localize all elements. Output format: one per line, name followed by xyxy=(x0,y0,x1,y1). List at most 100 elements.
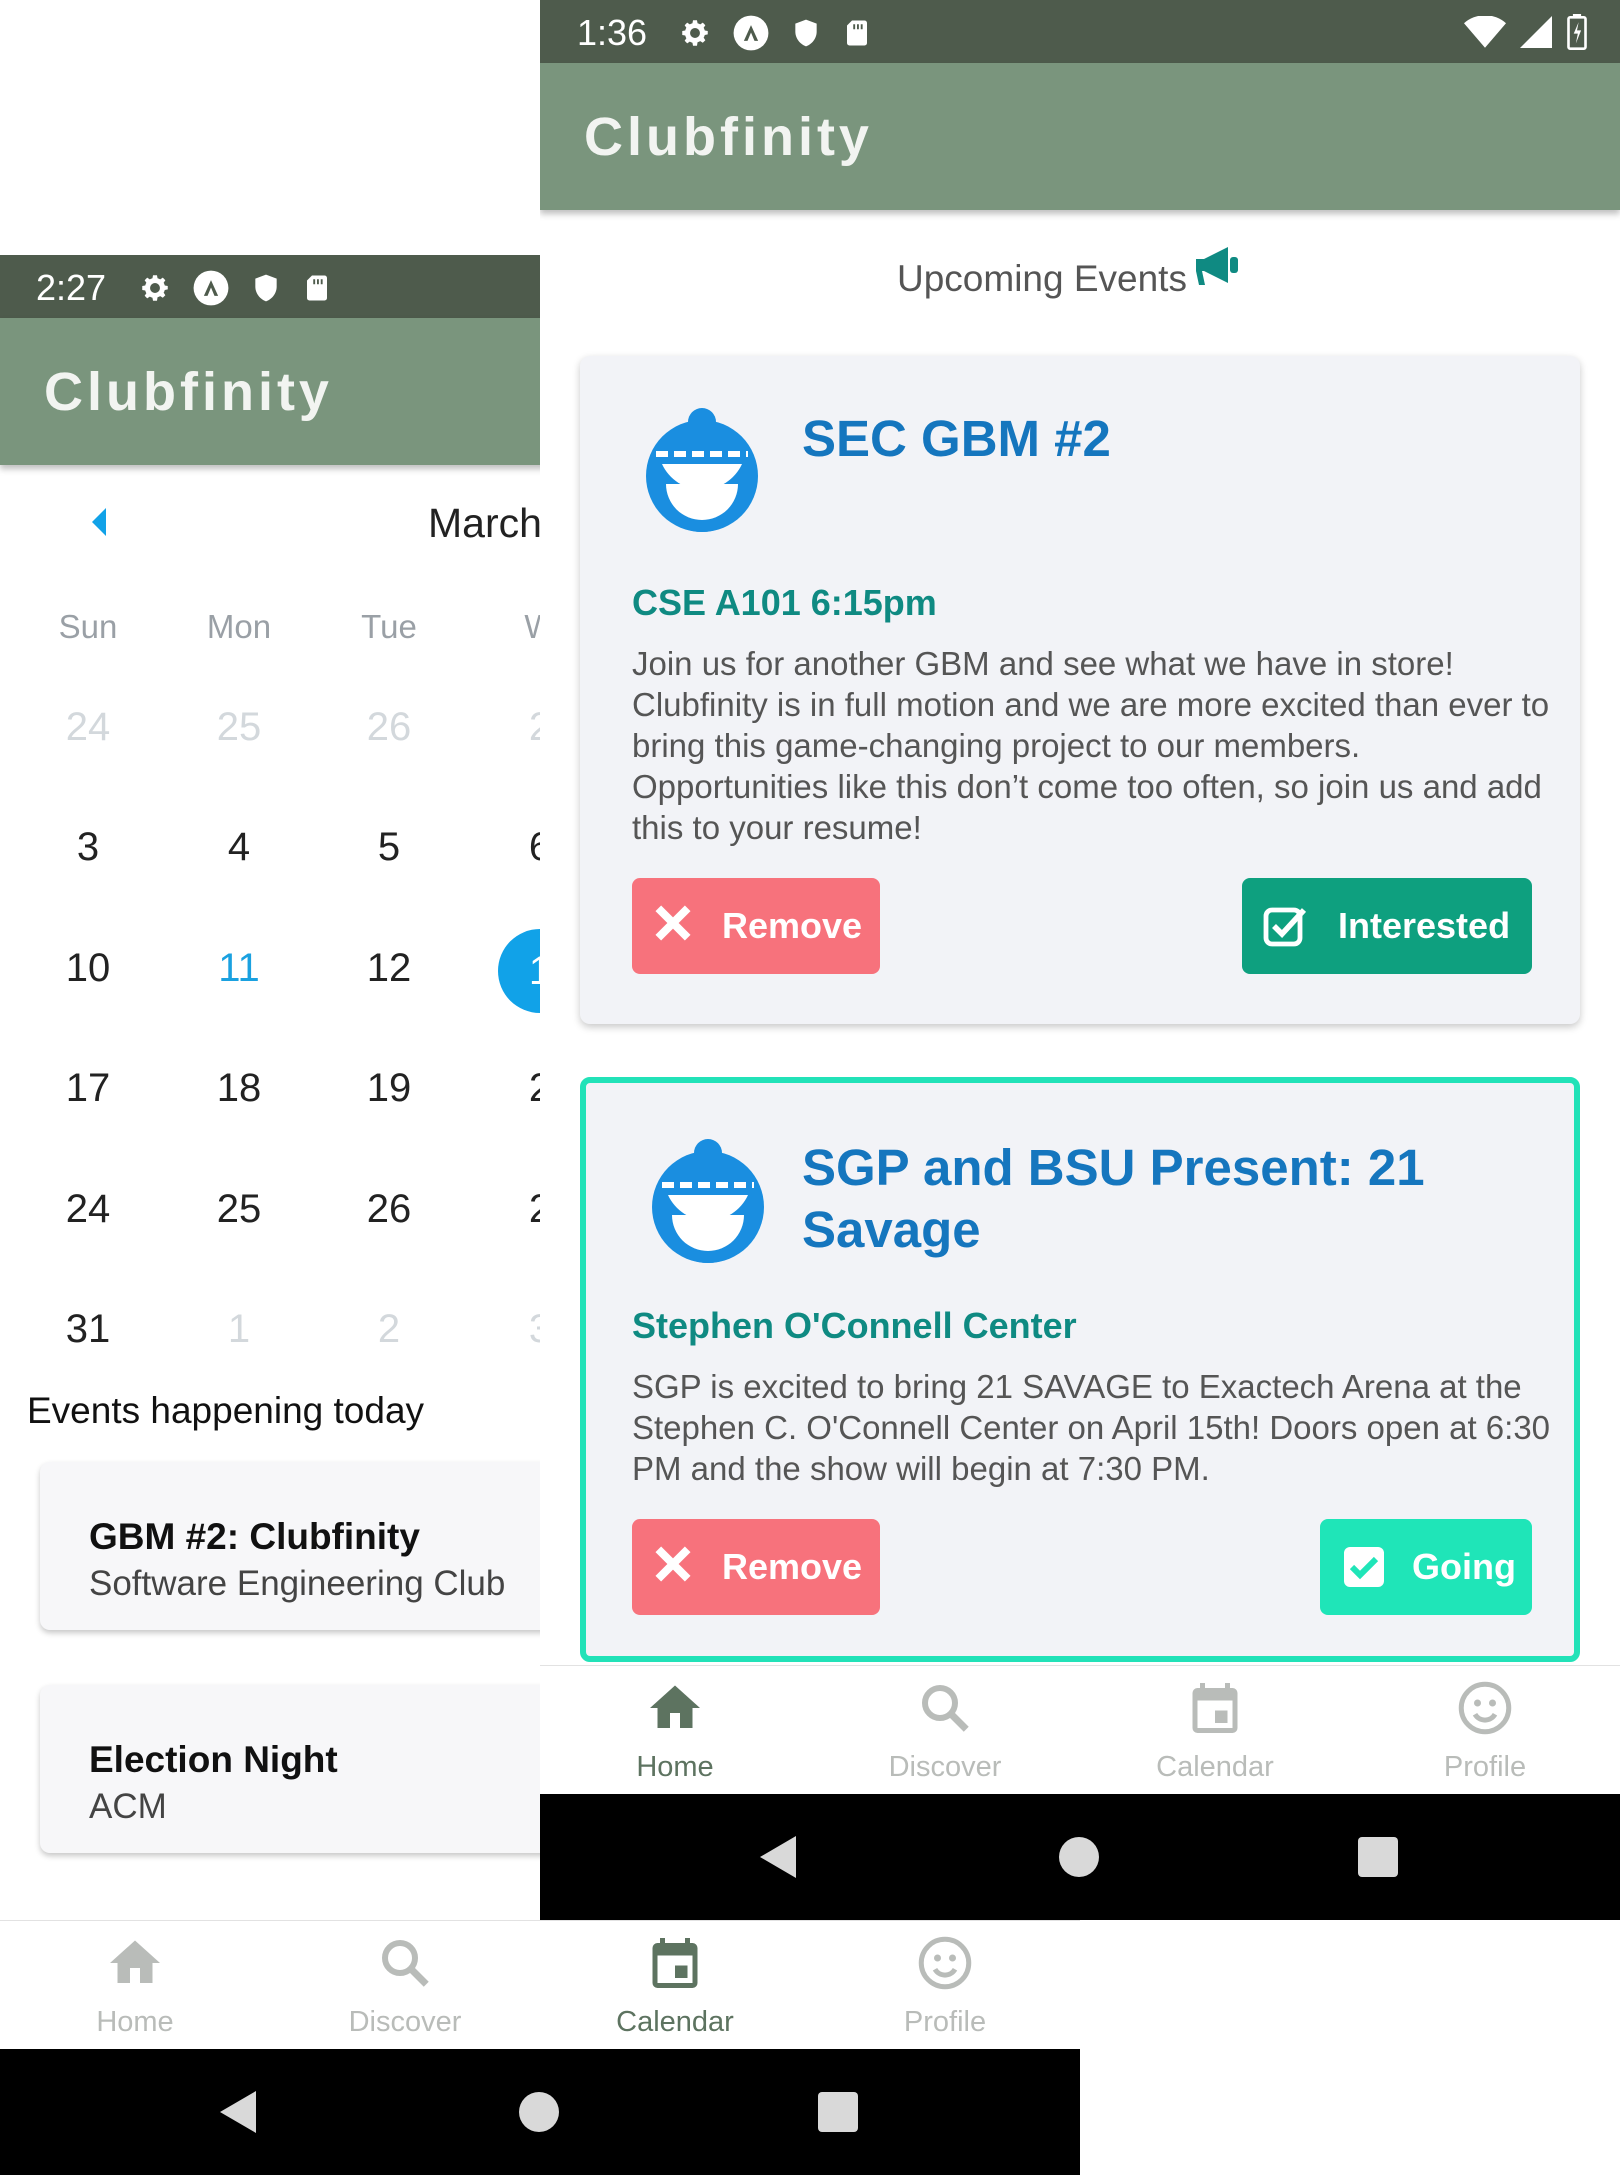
app-title: Clubfinity xyxy=(584,107,873,167)
calendar-icon xyxy=(652,1938,698,1988)
remove-button[interactable]: Remove xyxy=(632,1519,880,1615)
recents-icon[interactable] xyxy=(1358,1837,1398,1877)
shield-icon xyxy=(795,19,817,47)
nav-calendar[interactable]: Calendar xyxy=(540,1921,810,2050)
nav-label: Calendar xyxy=(616,2006,734,2038)
weekday-tue: Tue xyxy=(361,608,417,645)
nav-label: Home xyxy=(96,2006,174,2038)
nav-label: Discover xyxy=(888,1751,1002,1783)
calendar-day[interactable]: 25 xyxy=(164,1187,314,1232)
remove-label: Remove xyxy=(722,905,863,946)
calendar-day[interactable]: 3 xyxy=(13,825,163,870)
nav-discover[interactable]: Discover xyxy=(810,1666,1080,1795)
remove-label: Remove xyxy=(722,1546,863,1587)
gear-icon xyxy=(682,20,708,46)
search-icon xyxy=(922,1685,969,1732)
megaphone-icon xyxy=(1196,247,1238,285)
nav-calendar[interactable]: Calendar xyxy=(1080,1666,1350,1795)
calendar-day[interactable]: 5 xyxy=(314,825,464,870)
nav-home[interactable]: Home xyxy=(540,1666,810,1795)
calendar-day[interactable]: 4 xyxy=(164,825,314,870)
events-heading: Events happening today xyxy=(27,1390,425,1431)
nav-profile[interactable]: Profile xyxy=(810,1921,1080,2050)
calendar-day[interactable]: 26 xyxy=(314,705,464,750)
recents-icon[interactable] xyxy=(818,2092,858,2132)
going-button[interactable]: Going xyxy=(1320,1519,1532,1615)
calendar-day[interactable]: 24 xyxy=(13,1187,163,1232)
nav-label: Calendar xyxy=(1156,1751,1274,1783)
calendar-day[interactable]: 1 xyxy=(164,1307,314,1352)
event-location: Stephen O'Connell Center xyxy=(632,1305,1077,1346)
status-icons xyxy=(138,269,332,307)
bottom-nav: Home Discover Calendar Profile xyxy=(540,1665,1620,1794)
calendar-day[interactable]: 12 xyxy=(314,946,464,991)
interested-button[interactable]: Interested xyxy=(1242,878,1532,974)
app-bar: Clubfinity xyxy=(540,63,1620,210)
club-logo-icon xyxy=(652,1139,764,1263)
nav-label: Discover xyxy=(348,2006,462,2038)
status-icons xyxy=(678,14,872,52)
calendar-day[interactable]: 24 xyxy=(13,705,163,750)
search-icon xyxy=(382,1940,429,1987)
event-location: CSE A101 6:15pm xyxy=(632,582,937,623)
home-circle-icon[interactable] xyxy=(519,2092,559,2132)
event-title: SEC GBM #2 xyxy=(802,410,1111,467)
weekday-mon: Mon xyxy=(206,608,272,645)
chevron-left-icon[interactable] xyxy=(88,505,108,539)
checkbox-icon xyxy=(1263,907,1307,947)
calendar-day[interactable]: 2 xyxy=(314,1307,464,1352)
remove-button[interactable]: Remove xyxy=(632,878,880,974)
event-card-highlighted[interactable]: SGP and BSU Present: 21 Savage Stephen O… xyxy=(580,1077,1580,1662)
sd-card-icon xyxy=(307,275,327,301)
upcoming-events-heading: Upcoming Events xyxy=(897,258,1187,299)
wifi-icon xyxy=(1464,16,1506,48)
status-time: 1:36 xyxy=(577,12,648,53)
calendar-day[interactable]: 17 xyxy=(13,1066,163,1111)
app-a-icon xyxy=(733,15,769,51)
home-icon xyxy=(110,1940,160,1983)
system-nav-bar xyxy=(0,2049,1080,2175)
calendar-day[interactable]: 10 xyxy=(13,946,163,991)
event-card[interactable]: SEC GBM #2 CSE A101 6:15pm Join us for a… xyxy=(580,356,1580,1024)
going-label: Going xyxy=(1412,1546,1516,1587)
home-screen: 1:36 Clubfinity Upcoming Events SEC GBM … xyxy=(540,0,1620,1920)
club-logo-icon xyxy=(646,408,758,532)
sd-card-icon xyxy=(847,20,867,46)
calendar-day[interactable]: 26 xyxy=(314,1187,464,1232)
back-icon[interactable] xyxy=(758,1834,798,1880)
back-icon[interactable] xyxy=(218,2089,258,2135)
calendar-day[interactable]: 18 xyxy=(164,1066,314,1111)
event-title: Election Night xyxy=(89,1739,338,1780)
calendar-day-today[interactable]: 11 xyxy=(164,946,314,991)
calendar-day[interactable]: 31 xyxy=(13,1307,163,1352)
status-bar: 1:36 xyxy=(540,0,1620,63)
event-title: GBM #2: Clubfinity xyxy=(89,1516,420,1557)
calendar-day[interactable]: 25 xyxy=(164,705,314,750)
home-icon xyxy=(650,1685,700,1728)
smiley-icon xyxy=(918,1936,972,1990)
shield-icon xyxy=(255,274,277,302)
calendar-month: March xyxy=(428,500,542,546)
nav-home[interactable]: Home xyxy=(0,1921,270,2050)
app-title: Clubfinity xyxy=(44,362,333,422)
event-description: Join us for another GBM and see what we … xyxy=(632,645,1550,846)
weekday-sun: Sun xyxy=(58,608,118,645)
close-icon xyxy=(655,1546,691,1582)
status-right-icons xyxy=(1464,14,1588,50)
battery-icon xyxy=(1567,14,1587,50)
interested-label: Interested xyxy=(1338,905,1511,946)
nav-discover[interactable]: Discover xyxy=(270,1921,540,2050)
home-circle-icon[interactable] xyxy=(1059,1837,1099,1877)
nav-label: Profile xyxy=(903,2006,987,2038)
event-description: SGP is excited to bring 21 SAVAGE to Exa… xyxy=(632,1368,1551,1487)
event-title: SGP and BSU Present: 21 Savage xyxy=(802,1139,1425,1258)
calendar-day[interactable]: 19 xyxy=(314,1066,464,1111)
app-a-icon xyxy=(193,270,229,306)
bottom-nav: Home Discover Calendar Profile xyxy=(0,1920,1080,2049)
system-nav-bar xyxy=(540,1794,1620,1920)
nav-profile[interactable]: Profile xyxy=(1350,1666,1620,1795)
gear-icon xyxy=(142,275,168,301)
smiley-icon xyxy=(1458,1681,1512,1735)
close-icon xyxy=(655,905,691,941)
nav-label: Home xyxy=(636,1751,714,1783)
